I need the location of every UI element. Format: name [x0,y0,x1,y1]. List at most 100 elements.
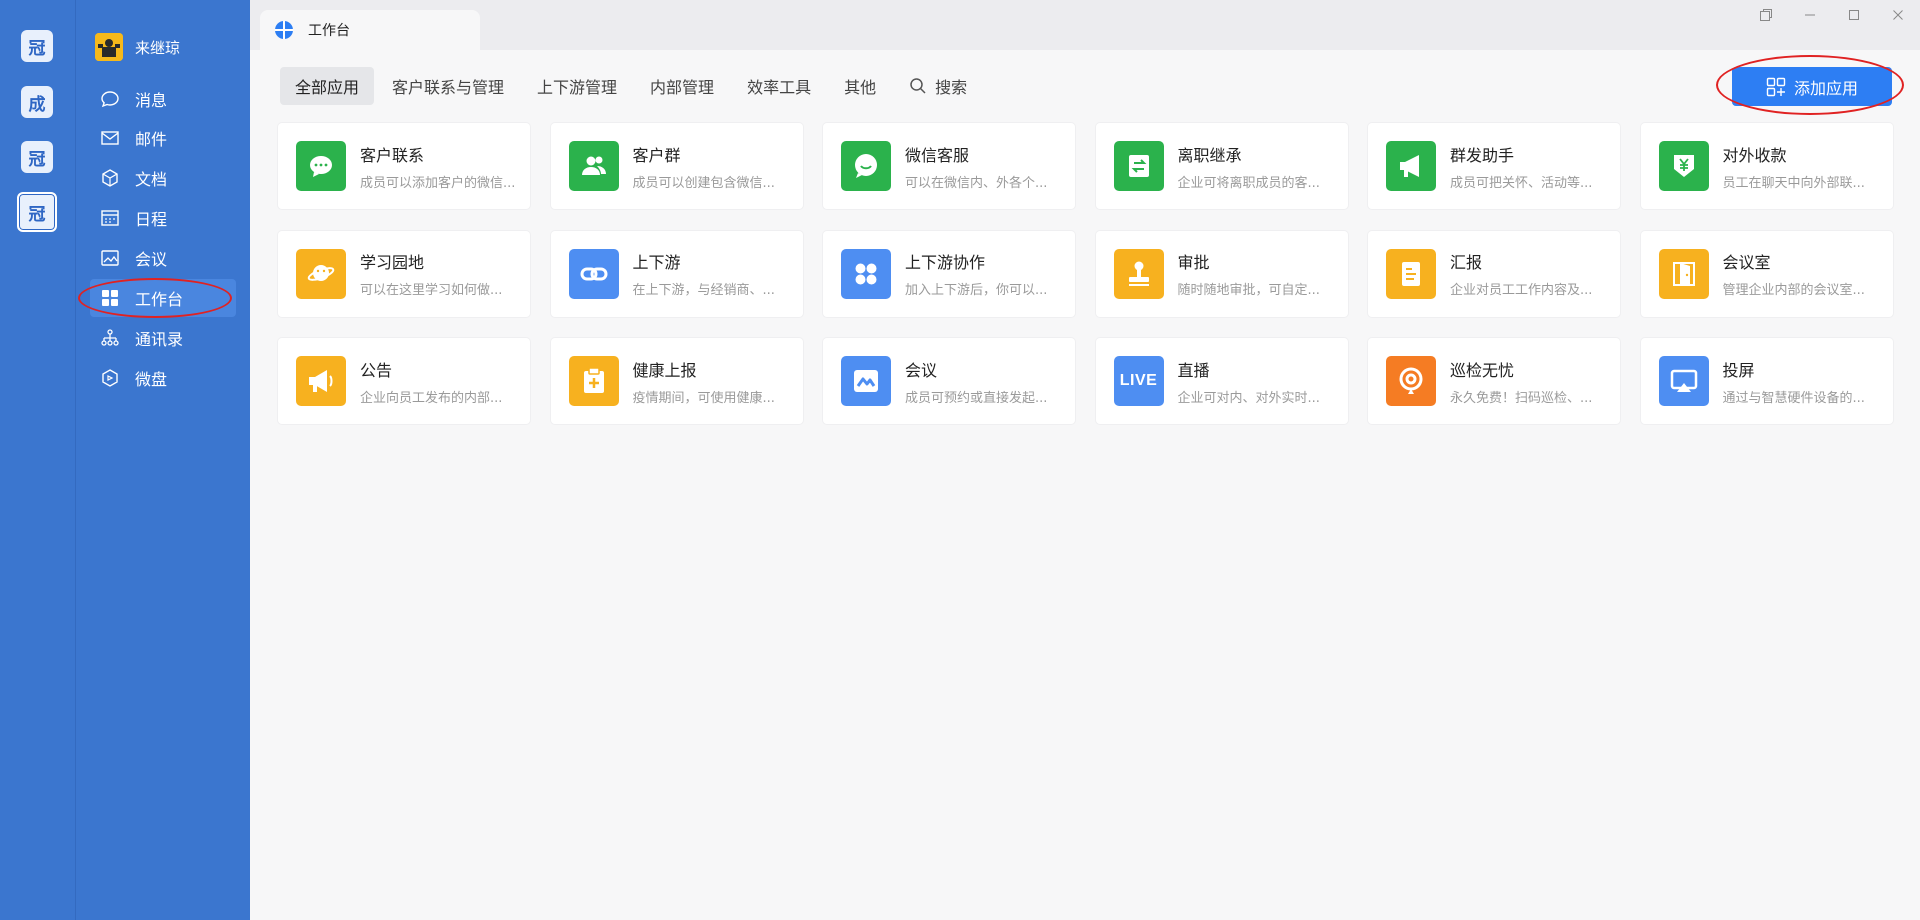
app-description: 管理企业内部的会议室... [1722,283,1865,298]
app-description: 可以在微信内、外各个... [905,175,1048,191]
float-window-icon [1760,9,1772,21]
search-icon [909,77,927,95]
app-card[interactable]: 汇报 企业对员工工作内容及... [1368,230,1620,317]
category-all[interactable]: 全部应用 [280,67,375,105]
app-card[interactable]: 巡检无忧 永久免费！扫码巡检、... [1368,338,1620,424]
add-app-icon [1766,77,1786,97]
minimize-icon [1805,14,1815,16]
app-name: 客户群 [632,145,681,165]
app-card-text: 客户联系 成员可以添加客户的微信... [360,142,525,191]
app-card[interactable]: LIVE 直播 企业可对内、对外实时... [1095,338,1348,424]
app-name: 对外收款 [1722,145,1787,165]
live-icon-text: LIVE [1119,372,1158,389]
app-card[interactable]: 对外收款员工在聊天中向外部联... [1640,123,1893,209]
nav-item-docs[interactable]: 文档 [90,159,236,197]
app-card[interactable]: 微信客服可以在微信内、外各个... [823,123,1075,209]
app-description: 企业向员工发布的内部... [360,390,503,406]
nav-item-messages[interactable]: 消息 [90,80,236,118]
window-tab-workbench[interactable]: 工作台 [260,10,480,50]
org-item-2[interactable]: 成 [21,86,53,118]
maximize-icon [1849,10,1859,20]
app-description: 成员可以创建包含微信... [632,175,775,191]
app-card[interactable]: 客户联系 成员可以添加客户的微信... [278,123,530,209]
category-efficiency[interactable]: 效率工具 [732,67,826,105]
app-description: 加入上下游后，你可以... [905,283,1048,298]
app-name: 会议 [905,360,938,380]
payment-icon [1658,141,1709,191]
app-description: 成员可把关怀、活动等... [1450,175,1593,191]
transfer-icon [1113,141,1164,191]
app-description: 员工在聊天中向外部联... [1722,175,1865,191]
add-app-button[interactable]: 添加应用 [1732,67,1892,106]
pin-window-button[interactable] [1744,0,1788,30]
nav-item-drive[interactable]: 微盘 [90,359,236,397]
app-card[interactable]: 学习园地 可以在这里学习如何做... [278,230,530,317]
app-card-text: 审批 随时随地审批，可自定... [1178,249,1343,298]
report-icon [1386,248,1436,299]
clover-icon [841,248,891,299]
category-internal[interactable]: 内部管理 [635,67,729,105]
nav-item-contacts[interactable]: 通讯录 [90,319,236,357]
org-rail: 冠 成 冠 冠 [0,0,76,920]
maximize-button[interactable] [1832,0,1876,30]
chat-bubble-icon [100,89,120,109]
app-name: 公告 [360,360,393,380]
category-upstream[interactable]: 上下游管理 [522,67,632,105]
profile-name: 来继琼 [135,38,181,57]
app-name: 群发助手 [1450,145,1515,165]
avatar [95,33,123,61]
app-card-text: 巡检无忧 永久免费！扫码巡检、... [1450,357,1615,406]
org-item-3[interactable]: 冠 [21,141,53,173]
app-card[interactable]: 审批 随时随地审批，可自定... [1095,230,1348,317]
nav-item-calendar[interactable]: 日程 [90,199,236,237]
app-card-text: 群发助手成员可把关怀、活动等... [1450,142,1615,191]
close-button[interactable] [1876,0,1920,30]
app-card-text: 对外收款员工在聊天中向外部联... [1723,142,1888,191]
grid-icon [100,288,120,308]
screen-cast-icon [1658,356,1709,406]
service-icon [841,141,891,191]
profile[interactable]: 来继琼 [95,33,180,61]
content-area: 工作台 全部应用 客户联系与管理 上下游管理 内部管理 效率工具 其他 搜索 添… [250,0,1920,920]
calendar-icon [100,208,120,228]
app-description: 企业可对内、对外实时... [1177,390,1320,406]
app-card[interactable]: 健康上报 疫情期间，可使用健康... [550,338,803,424]
app-card[interactable]: 上下游协作加入上下游后，你可以... [823,230,1075,317]
app-name: 上下游协作 [905,253,986,272]
app-card[interactable]: 群发助手成员可把关怀、活动等... [1368,123,1620,209]
app-card-text: 会议 成员可预约或直接发起... [905,357,1070,406]
app-name: 汇报 [1450,253,1483,272]
app-description: 疫情期间，可使用健康... [632,390,775,406]
app-card-text: 客户群成员可以创建包含微信... [633,142,798,191]
app-name: 微信客服 [905,145,970,165]
app-description: 企业可将离职成员的客... [1177,175,1320,191]
app-card[interactable]: 会议室 管理企业内部的会议室... [1640,230,1893,317]
category-customer[interactable]: 客户联系与管理 [377,67,519,105]
search-button[interactable]: 搜索 [894,67,982,105]
app-card[interactable]: 投屏 通过与智慧硬件设备的... [1640,338,1893,424]
drive-icon [100,368,120,388]
nav-item-meeting[interactable]: 会议 [90,239,236,277]
app-card-text: 上下游协作加入上下游后，你可以... [905,249,1070,298]
workbench-logo-icon [275,21,293,39]
minimize-button[interactable] [1788,0,1832,30]
app-card[interactable]: 客户群成员可以创建包含微信... [550,123,803,209]
app-card-text: 离职继承企业可将离职成员的客... [1178,142,1343,191]
nav-item-mail[interactable]: 邮件 [90,119,236,157]
app-name: 离职继承 [1177,145,1242,165]
app-card-text: 会议室 管理企业内部的会议室... [1723,249,1888,298]
stamp-icon [1113,248,1164,299]
app-card[interactable]: 上下游 在上下游，与经销商、... [550,230,803,317]
org-item-4-active[interactable]: 冠 [17,192,57,232]
app-name: 投屏 [1722,360,1755,380]
category-other[interactable]: 其他 [829,67,891,105]
app-card-text: 汇报 企业对员工工作内容及... [1450,249,1615,298]
app-card[interactable]: 离职继承企业可将离职成员的客... [1095,123,1348,209]
nav-item-workbench[interactable]: 工作台 [90,279,236,317]
app-name: 学习园地 [360,253,425,272]
org-item-1[interactable]: 冠 [21,30,53,62]
app-card[interactable]: 公告企业向员工发布的内部... [278,338,530,424]
close-icon [1893,10,1903,20]
app-card-text: 微信客服可以在微信内、外各个... [905,142,1070,191]
app-card[interactable]: 会议 成员可预约或直接发起... [823,338,1075,424]
